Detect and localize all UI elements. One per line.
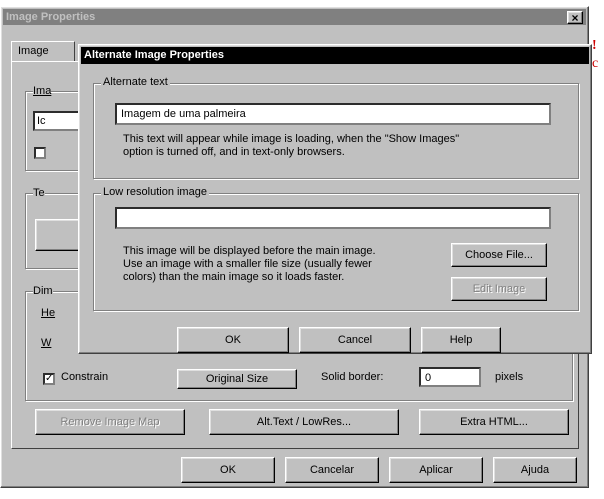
dialog-cancel-label: Cancel: [337, 334, 373, 346]
alternate-text-note-line-1: This text will appear while image is loa…: [123, 133, 460, 145]
dialog-ok-label: OK: [225, 334, 241, 346]
original-size-label: Original Size: [205, 373, 269, 385]
solid-border-field[interactable]: 0: [419, 367, 481, 387]
low-res-note-line-2: Use an image with a smaller file size (u…: [123, 258, 372, 270]
pixels-label: pixels: [495, 371, 524, 383]
cancel-label: Cancelar: [309, 464, 355, 476]
height-label: He: [41, 307, 56, 319]
edit-image-button[interactable]: Edit Image: [451, 277, 547, 301]
constrain-checkbox[interactable]: ✓: [43, 373, 55, 385]
constrain-label: Constrain: [61, 371, 109, 383]
edge-glyph-1: !: [592, 38, 597, 53]
extra-html-label: Extra HTML...: [460, 416, 528, 428]
image-checkbox[interactable]: [34, 147, 46, 159]
dimensions-group-label: Dim: [33, 285, 53, 297]
image-group-label: Ima: [33, 85, 52, 97]
ok-button[interactable]: OK: [181, 457, 275, 483]
remove-image-map-button[interactable]: Remove Image Map: [35, 409, 185, 435]
low-res-note-line-3: colors) than the main image so it loads …: [123, 271, 345, 283]
alternate-text-group: [93, 83, 579, 179]
low-res-note-line-1: This image will be displayed before the …: [123, 245, 376, 257]
low-res-input[interactable]: [115, 207, 551, 229]
image-group: [25, 91, 85, 171]
help-label: Ajuda: [520, 464, 550, 476]
close-icon: ×: [571, 10, 579, 25]
choose-file-label: Choose File...: [465, 249, 533, 261]
solid-border-value: 0: [425, 372, 432, 384]
ok-label: OK: [220, 464, 236, 476]
image-properties-titlebar: Image Properties: [3, 9, 586, 25]
width-label: W: [41, 337, 52, 349]
image-filename-value: Ic: [37, 115, 46, 127]
dialog-help-label: Help: [449, 334, 473, 346]
edit-image-label: Edit Image: [472, 283, 526, 295]
image-properties-title: Image Properties: [6, 11, 96, 23]
low-res-group-label: Low resolution image: [101, 186, 209, 198]
cancel-button[interactable]: Cancelar: [285, 457, 379, 483]
low-res-note: This image will be displayed before the …: [123, 245, 443, 284]
alternate-text-input[interactable]: Imagem de uma palmeira: [115, 103, 551, 125]
remove-image-map-label: Remove Image Map: [60, 416, 160, 428]
close-button[interactable]: ×: [567, 10, 583, 25]
alt-text-label: Alt.Text / LowRes...: [256, 416, 352, 428]
help-button[interactable]: Ajuda: [493, 457, 577, 483]
tab-image[interactable]: Image: [11, 41, 75, 62]
apply-button[interactable]: Aplicar: [389, 457, 483, 483]
solid-border-label: Solid border:: [321, 371, 384, 383]
alternate-text-note: This text will appear while image is loa…: [123, 133, 553, 159]
alternate-text-note-line-2: option is turned off, and in text-only b…: [123, 146, 345, 158]
extra-html-button[interactable]: Extra HTML...: [419, 409, 569, 435]
original-size-button[interactable]: Original Size: [177, 369, 297, 389]
alternate-image-title: Alternate Image Properties: [84, 49, 224, 61]
image-filename-field[interactable]: Ic: [33, 111, 83, 131]
tab-image-label: Image: [18, 45, 49, 57]
choose-file-button[interactable]: Choose File...: [451, 243, 547, 267]
apply-label: Aplicar: [419, 464, 453, 476]
dialog-cancel-button[interactable]: Cancel: [299, 327, 411, 353]
alt-text-button[interactable]: Alt.Text / LowRes...: [209, 409, 399, 435]
dialog-help-button[interactable]: Help: [421, 327, 501, 353]
text-group-label: Te: [33, 187, 45, 199]
alternate-text-group-label: Alternate text: [101, 76, 170, 88]
alternate-image-dialog: Alternate Image Properties Alternate tex…: [78, 44, 592, 354]
dialog-ok-button[interactable]: OK: [177, 327, 289, 353]
alternate-image-titlebar: Alternate Image Properties: [81, 47, 589, 64]
alternate-text-value: Imagem de uma palmeira: [121, 108, 246, 120]
edge-glyph-2: c: [592, 56, 599, 71]
